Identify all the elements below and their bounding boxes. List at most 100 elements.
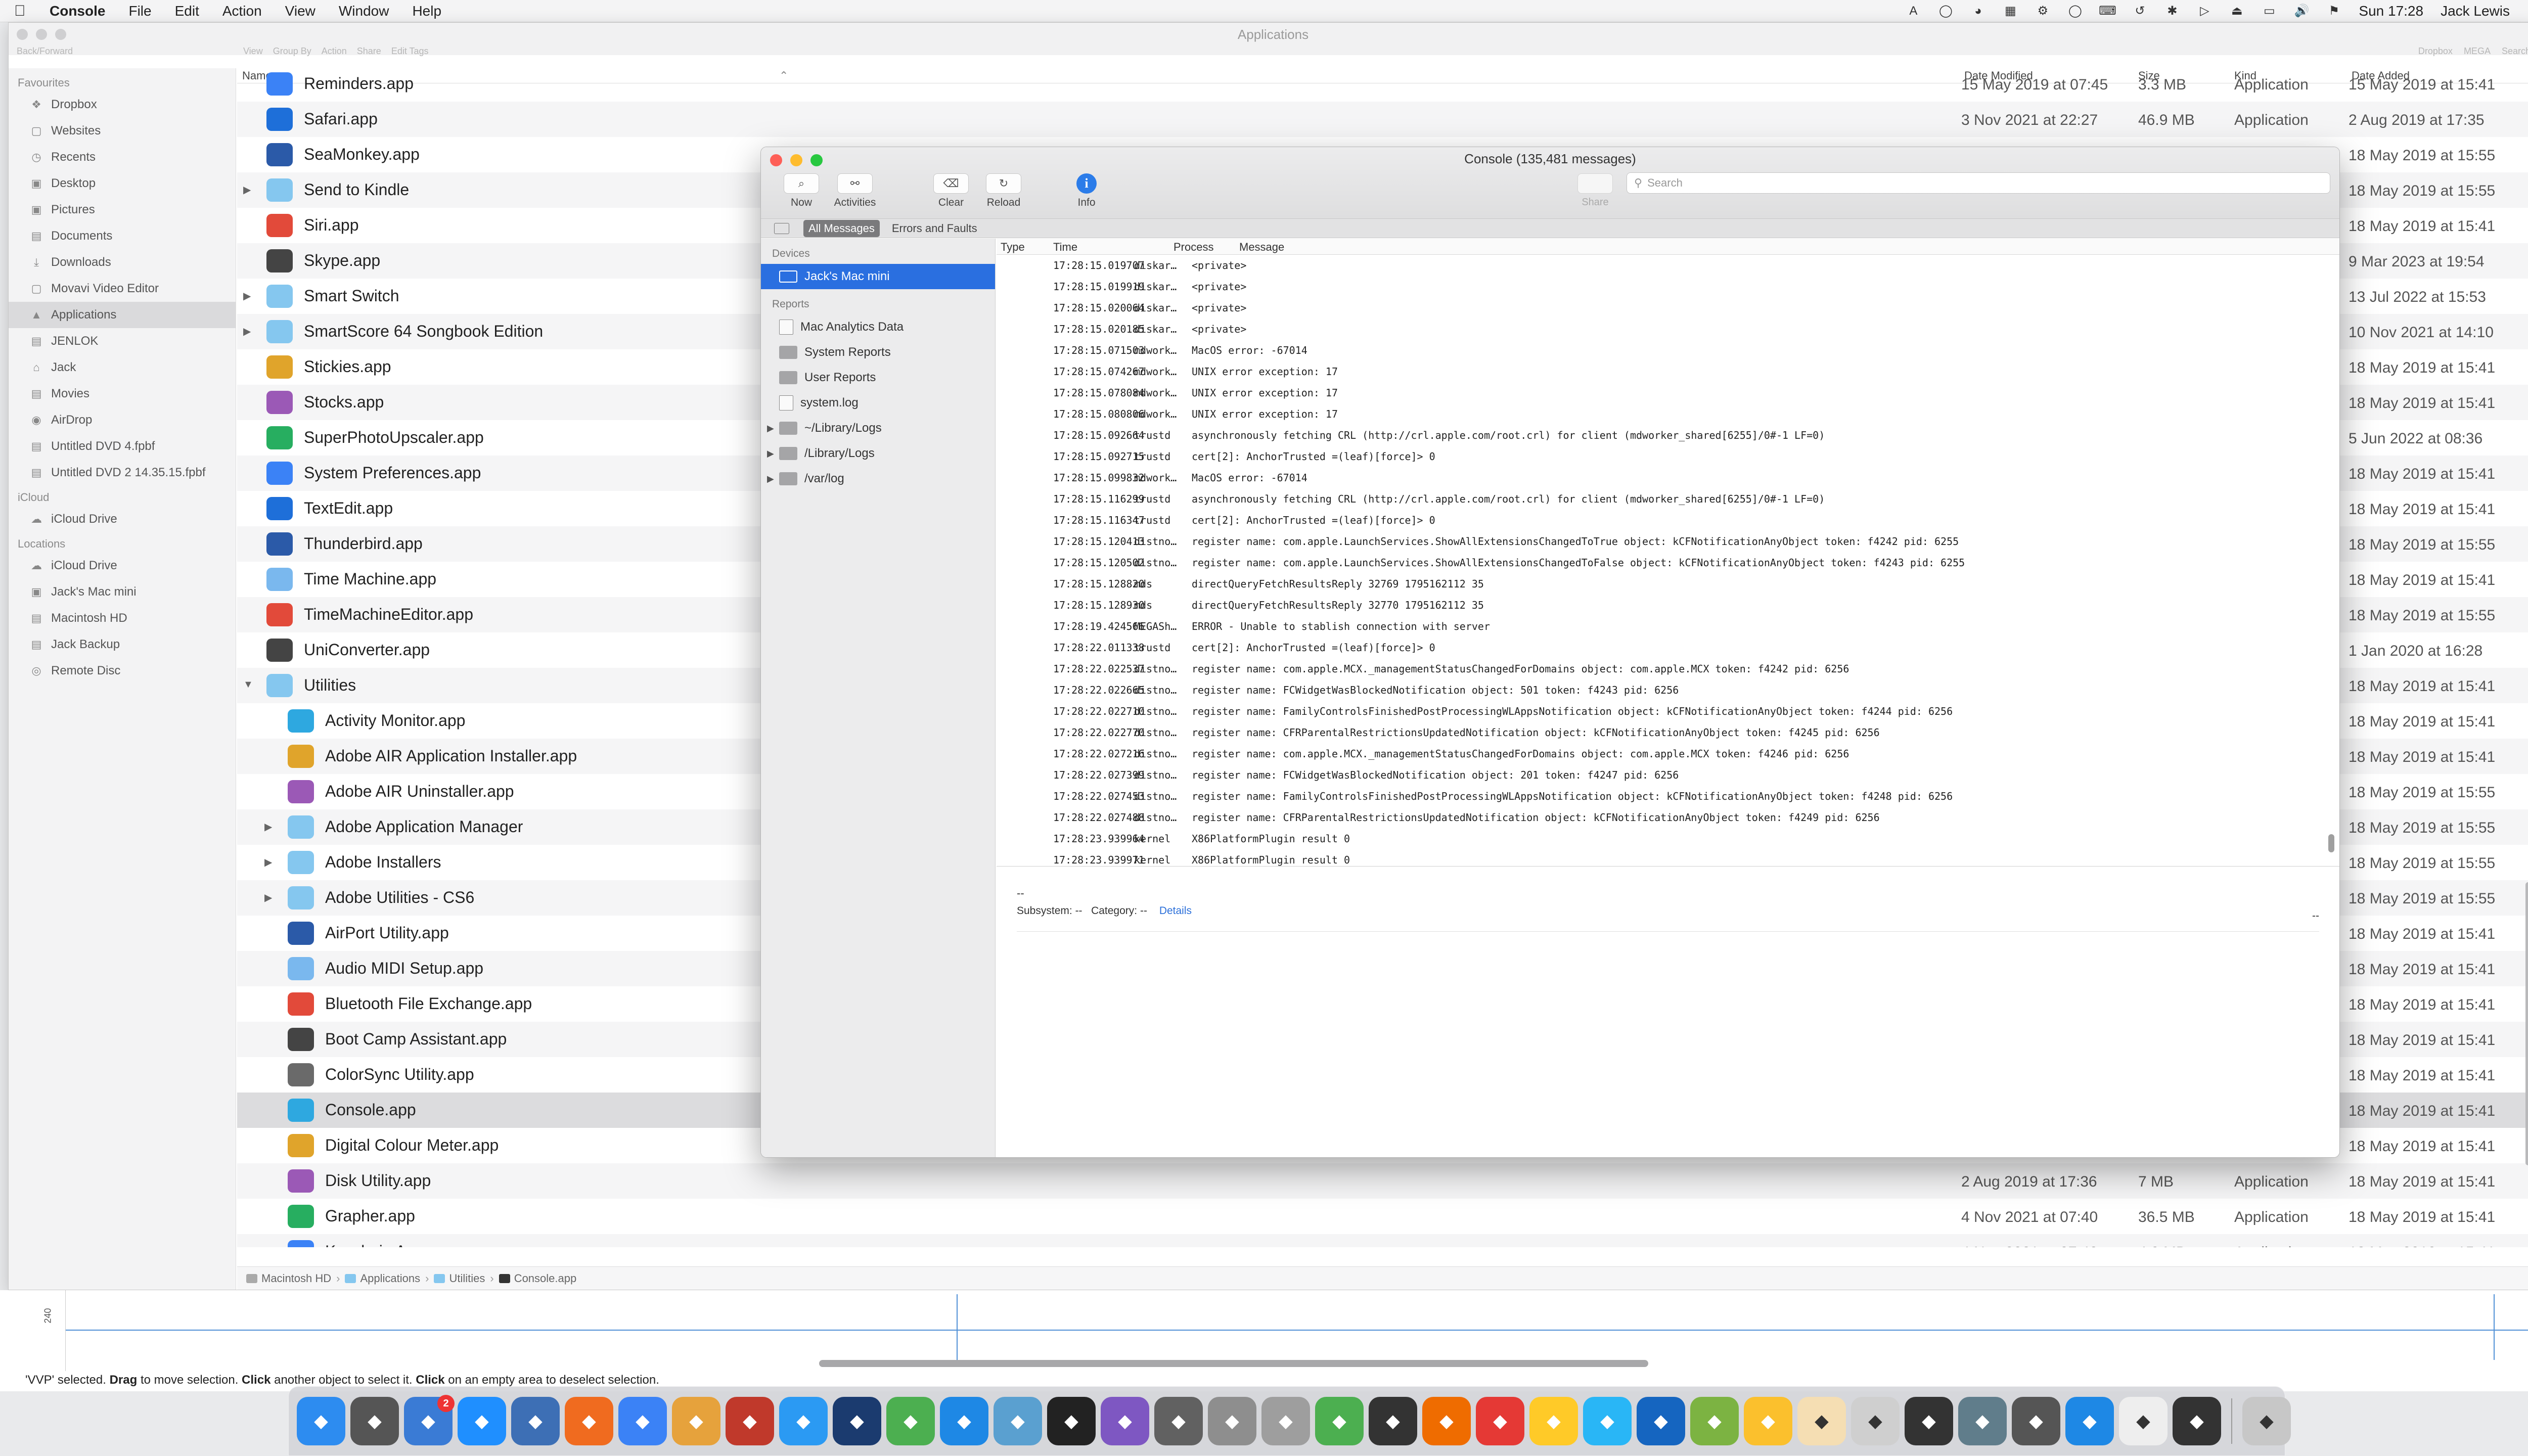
log-row[interactable]: 17:28:15.116299 trustd asynchronously fetc…	[997, 488, 2339, 510]
log-row[interactable]: 17:28:15.074267 mdwork… UNIX error excepti…	[997, 361, 2339, 382]
menu-user[interactable]: Jack Lewis	[2441, 3, 2510, 19]
volume-menu-icon[interactable]: 🔊	[2294, 4, 2309, 18]
storage-icon[interactable]: ◆	[1851, 1397, 1900, 1445]
downloader-icon[interactable]: ◆	[1315, 1397, 1364, 1445]
log-row[interactable]: 17:28:15.020064 diskar… <private>	[997, 297, 2339, 318]
log-row[interactable]: 17:28:15.092715 trustd cert[2]: AnchorTrus…	[997, 446, 2339, 467]
terminal-icon[interactable]: ◆	[1047, 1397, 1096, 1445]
sidebar-item-desktop[interactable]: ▣ Desktop	[9, 170, 236, 197]
log-row[interactable]: 17:28:15.128930 mds directQueryFetchResult…	[997, 595, 2339, 616]
menu-edit[interactable]: Edit	[175, 3, 199, 19]
log-row[interactable]: 17:28:23.939964 kernel X86PlatformPlugin r…	[997, 828, 2339, 849]
sidebar-item-macintosh-hd[interactable]: ▤ Macintosh HD	[9, 605, 236, 631]
search-input[interactable]: ⚲ Search	[1627, 172, 2330, 194]
trash-icon[interactable]: ◆	[2242, 1397, 2291, 1445]
sidebar-toggle-icon[interactable]	[774, 222, 789, 234]
imovie-icon[interactable]: ◆	[1101, 1397, 1149, 1445]
menu-action[interactable]: Action	[222, 3, 262, 19]
sidebar-item-pictures[interactable]: ▣ Pictures	[9, 197, 236, 223]
notes-icon[interactable]: ◆	[1797, 1397, 1846, 1445]
log-row[interactable]: 17:28:22.022665 distno… register name: FCW…	[997, 679, 2339, 701]
bluetooth-menu-icon[interactable]: ✱	[2164, 4, 2180, 18]
circle-menu-icon[interactable]: ◯	[2067, 4, 2083, 18]
wifi-menu-icon[interactable]: ▷	[2197, 4, 2212, 18]
disclosure-triangle-icon[interactable]: ▶	[264, 891, 272, 904]
sidebar-item-applications[interactable]: ▲ Applications	[9, 302, 236, 328]
column-type[interactable]: Type	[1001, 241, 1025, 254]
menu-view[interactable]: View	[285, 3, 315, 19]
sidebar-item-icloud-drive[interactable]: ☁ iCloud Drive	[9, 553, 236, 579]
log-row[interactable]: 17:28:15.019919 diskar… <private>	[997, 276, 2339, 297]
log-row[interactable]: 17:28:15.078084 mdwork… UNIX error excepti…	[997, 382, 2339, 403]
column-time[interactable]: Time	[1053, 241, 1077, 254]
brush-icon[interactable]: ◆	[1208, 1397, 1256, 1445]
horizontal-scrollbar[interactable]	[819, 1360, 1648, 1367]
device-jacks-mac-mini[interactable]: Jack's Mac mini	[761, 264, 995, 289]
log-row[interactable]: 17:28:22.011338 trustd cert[2]: AnchorTrus…	[997, 637, 2339, 658]
edit-tags-button[interactable]: Edit Tags	[391, 46, 429, 57]
log-row[interactable]: 17:28:22.027453 distno… register name: Fam…	[997, 786, 2339, 807]
log-row[interactable]: 17:28:15.116347 trustd cert[2]: AnchorTrus…	[997, 510, 2339, 531]
column-process[interactable]: Process	[1173, 241, 1213, 254]
sidebar-item-icloud-drive[interactable]: ☁ iCloud Drive	[9, 506, 236, 532]
sidebar-item-remote-disc[interactable]: ◎ Remote Disc	[9, 658, 236, 684]
menu-file[interactable]: File	[128, 3, 151, 19]
sidebar-item-jenlok[interactable]: ▤ JENLOK	[9, 328, 236, 354]
mega-menu-icon[interactable]: ◕	[1970, 4, 1985, 18]
sidebar-item-jack-backup[interactable]: ▤ Jack Backup	[9, 631, 236, 658]
menu-window[interactable]: Window	[339, 3, 389, 19]
info-button[interactable]: i Info	[1061, 173, 1112, 209]
group-by-button[interactable]: Group By	[273, 46, 311, 57]
table-row[interactable]: Grapher.app 4 Nov 2021 at 07:40 36.5 MB App…	[237, 1199, 2528, 1234]
log-row[interactable]: 17:28:23.939971 kernel X86PlatformPlugin r…	[997, 849, 2339, 866]
piano-icon[interactable]: ◆	[1905, 1397, 1953, 1445]
music-icon[interactable]: ◆	[1744, 1397, 1792, 1445]
android-icon[interactable]: ◆	[1690, 1397, 1739, 1445]
path-item[interactable]: Applications	[345, 1272, 420, 1285]
clock-icon[interactable]: ◆	[2119, 1397, 2168, 1445]
apple-menu-icon[interactable]: 	[14, 3, 29, 20]
printer-icon[interactable]: ◆	[1369, 1397, 1417, 1445]
log-row[interactable]: 17:28:15.071503 mdwork… MacOS error: -6701…	[997, 340, 2339, 361]
screenshot-icon[interactable]: ◆	[886, 1397, 935, 1445]
share-button[interactable]: Share	[357, 46, 381, 57]
sidebar-item-airdrop[interactable]: ◉ AirDrop	[9, 407, 236, 433]
log-row[interactable]: 17:28:22.027488 distno… register name: CFR…	[997, 807, 2339, 828]
photoshop-icon[interactable]: ◆	[833, 1397, 881, 1445]
flag-input-menu-icon[interactable]: ⚑	[2326, 4, 2341, 18]
skype-icon[interactable]: ◆	[2065, 1397, 2114, 1445]
log-row[interactable]: 17:28:15.020185 diskar… <private>	[997, 318, 2339, 340]
table-row[interactable]: Safari.app 3 Nov 2021 at 22:27 46.9 MB Appl…	[237, 102, 2528, 137]
quicktime-icon[interactable]: ◆	[940, 1397, 988, 1445]
sidebar-item-documents[interactable]: ▤ Documents	[9, 223, 236, 249]
table-row[interactable]: Disk Utility.app 2 Aug 2019 at 17:36 7 MB A…	[237, 1163, 2528, 1199]
xcode-icon[interactable]: ◆	[779, 1397, 828, 1445]
report-user-library-logs[interactable]: ▶ ~/Library/Logs	[761, 416, 995, 441]
details-link[interactable]: Details	[1159, 905, 1192, 917]
log-row[interactable]: 17:28:15.019707 diskar… <private>	[997, 255, 2339, 276]
finder-icon[interactable]: ◆	[297, 1397, 345, 1445]
dropbox-menu-icon[interactable]: ▦	[2003, 4, 2018, 18]
eject-menu-icon[interactable]: ⏏	[2229, 4, 2244, 18]
log-row[interactable]: 17:28:15.099832 mdwork… MacOS error: -6701…	[997, 467, 2339, 488]
path-item[interactable]: Console.app	[499, 1272, 576, 1285]
preview-icon[interactable]: ◆	[994, 1397, 1042, 1445]
audio-icon[interactable]: ◆	[1637, 1397, 1685, 1445]
disclosure-triangle-icon[interactable]: ▶	[264, 856, 272, 869]
activities-button[interactable]: ⚯ Activities	[830, 173, 880, 209]
automator-icon[interactable]: ◆	[1261, 1397, 1310, 1445]
launchpad-icon[interactable]: ◆	[350, 1397, 399, 1445]
disclosure-triangle-icon[interactable]: ▶	[243, 325, 251, 338]
anydesk-icon[interactable]: ◆	[1476, 1397, 1524, 1445]
system-preferences-icon[interactable]: ◆	[1154, 1397, 1203, 1445]
log-row[interactable]: 17:28:15.080806 mdwork… UNIX error excepti…	[997, 403, 2339, 425]
disclosure-triangle-icon[interactable]: ▶	[767, 423, 774, 434]
log-scrollbar[interactable]	[2328, 834, 2334, 852]
mail-icon[interactable]: ◆	[618, 1397, 667, 1445]
now-button[interactable]: ⌕ Now	[776, 173, 827, 209]
capture-icon[interactable]: ◆	[1583, 1397, 1632, 1445]
search-field[interactable]: Search	[2502, 46, 2528, 57]
back-forward-button[interactable]: Back/Forward	[17, 46, 73, 57]
log-row[interactable]: 17:28:15.128820 mds directQueryFetchResult…	[997, 573, 2339, 595]
sidebar-item-jack-s-mac-mini[interactable]: ▣ Jack's Mac mini	[9, 579, 236, 605]
